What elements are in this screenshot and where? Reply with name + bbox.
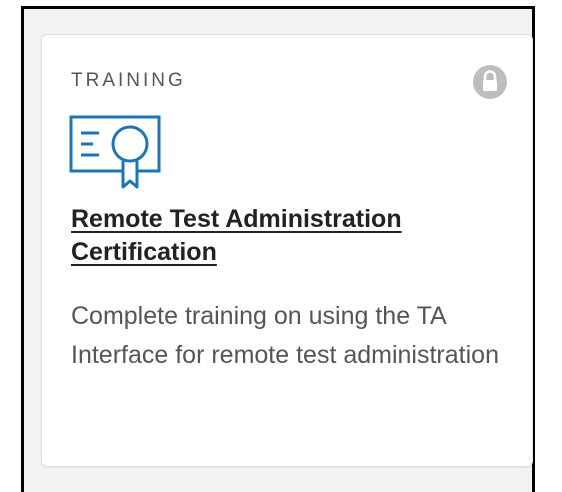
certificate-icon [69,115,161,189]
course-title-link[interactable]: Remote Test Administration Certification [71,203,511,269]
training-card[interactable]: TRAINING Remote Test Administration Cert… [41,34,533,467]
screenshot-frame: TRAINING Remote Test Administration Cert… [21,6,535,492]
category-label: TRAINING [71,70,186,91]
lock-icon [473,65,507,99]
course-description: Complete training on using the TA Interf… [71,302,499,369]
